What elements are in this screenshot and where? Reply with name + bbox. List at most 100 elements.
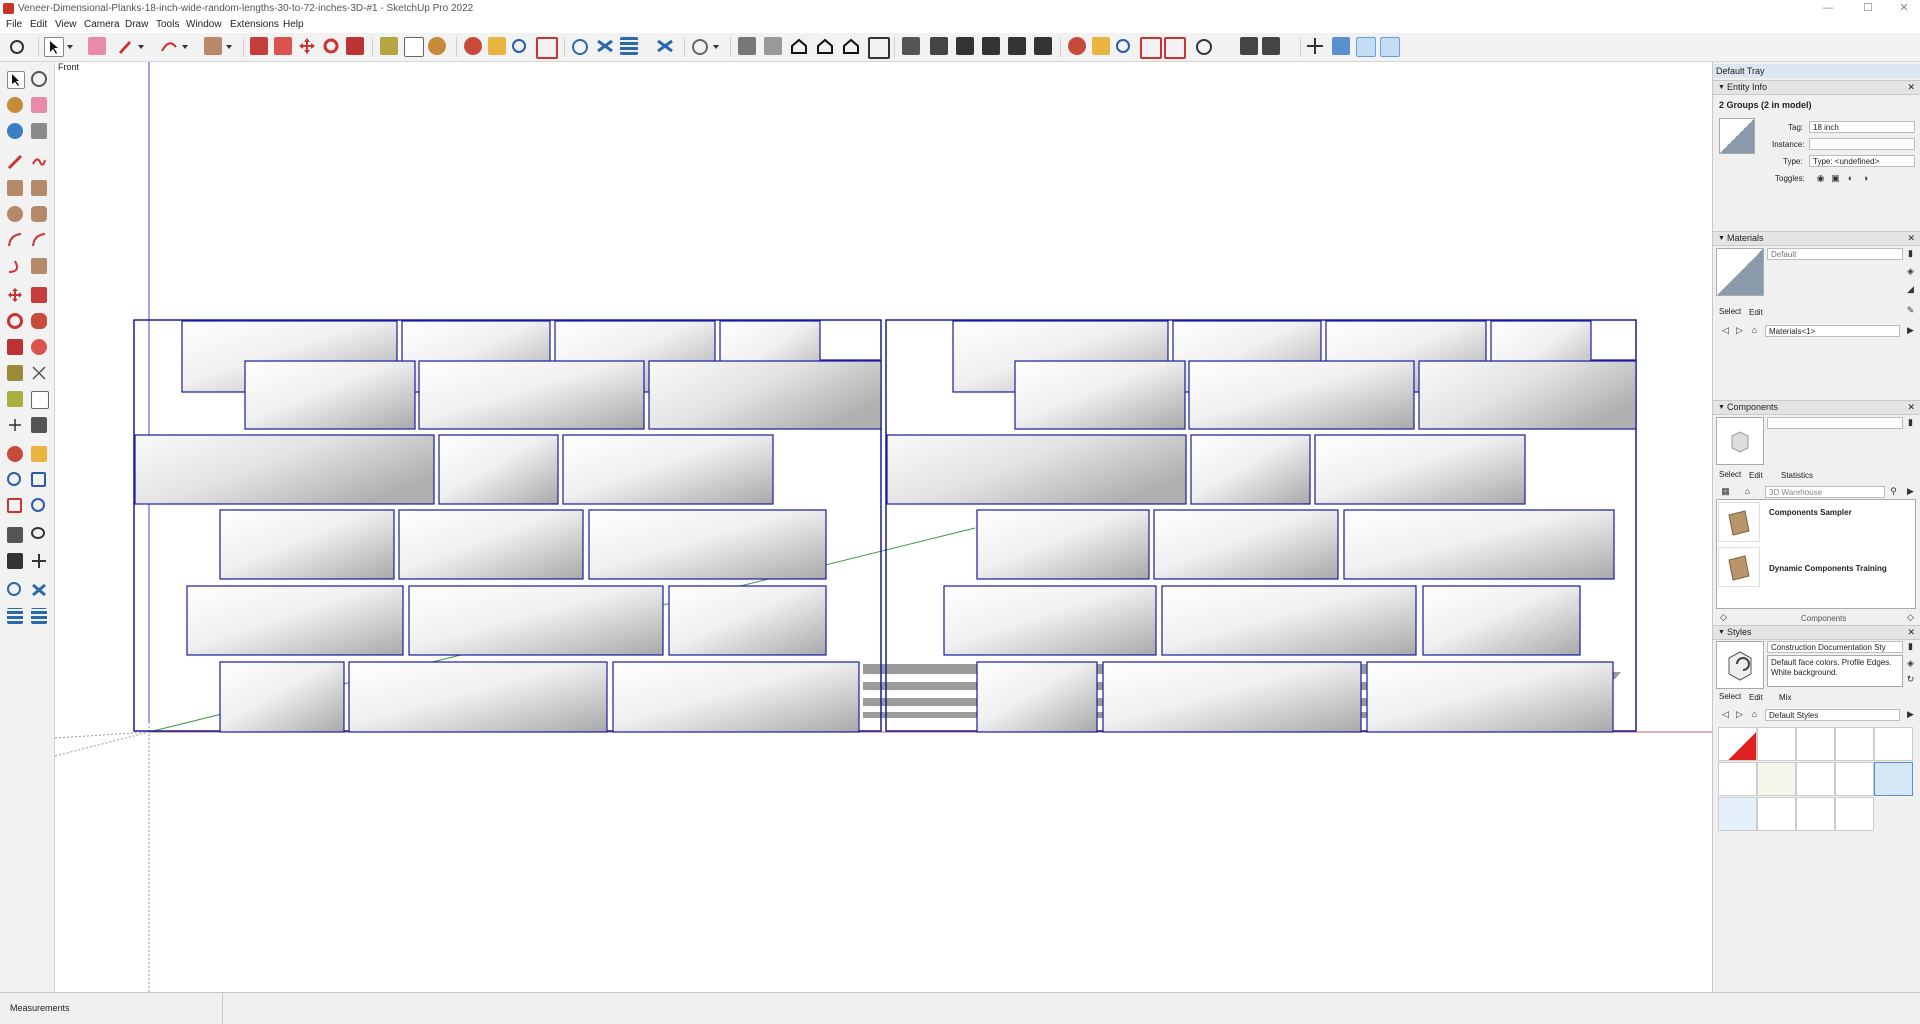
offset-icon[interactable] [31, 339, 47, 355]
sandbox-icon[interactable] [656, 37, 674, 55]
style-thumbnail[interactable] [1757, 762, 1796, 796]
back-arrow-icon[interactable]: ◁ [1721, 326, 1730, 335]
rotated-rectangle-icon[interactable] [31, 180, 47, 196]
update-style-icon[interactable]: ◈ [1906, 659, 1915, 668]
entity-material-swatch[interactable] [1719, 118, 1755, 154]
zoom-extents-icon[interactable] [7, 498, 22, 513]
pan-icon[interactable] [488, 37, 506, 55]
solid-tools-icon[interactable] [1356, 37, 1376, 57]
style-thumbnail[interactable] [1796, 727, 1835, 761]
tag-select[interactable]: 18 inch [1809, 121, 1915, 133]
paint-bucket-icon[interactable] [204, 37, 222, 55]
menu-help[interactable]: Help [283, 19, 304, 30]
circle-icon[interactable] [7, 206, 23, 222]
warehouse-icon[interactable] [692, 39, 708, 55]
close-icon[interactable]: ✕ [1907, 626, 1915, 639]
smoove-icon[interactable] [7, 608, 23, 624]
arc-icon[interactable] [7, 232, 23, 248]
close-icon[interactable]: ✕ [1907, 232, 1915, 245]
move-icon[interactable] [7, 287, 23, 303]
components-header[interactable]: ▼ Components ✕ [1713, 400, 1920, 415]
orbit-icon[interactable] [7, 446, 23, 462]
materials-select-tab[interactable]: Select [1719, 307, 1741, 316]
model-viewport[interactable]: Front [55, 62, 1712, 992]
back-arrow-icon[interactable]: ◁ [1721, 710, 1730, 719]
rotate-icon[interactable] [322, 37, 340, 55]
chevron-down-icon[interactable] [225, 37, 233, 55]
follow-me-icon[interactable] [31, 313, 47, 329]
folder-icon[interactable] [1718, 502, 1760, 542]
section-plane-icon[interactable] [31, 553, 47, 569]
look-around-icon[interactable] [31, 527, 45, 539]
hidden-line-icon[interactable] [982, 37, 1000, 55]
walk-icon[interactable] [7, 553, 23, 569]
style-thumbnail[interactable] [1835, 727, 1874, 761]
expand-icon[interactable]: ◇ [1906, 613, 1915, 622]
close-icon[interactable]: ✕ [1907, 81, 1915, 94]
sandbox-icon[interactable] [596, 37, 614, 55]
chevron-down-icon[interactable] [712, 37, 720, 55]
two-point-arc-icon[interactable] [31, 232, 47, 248]
left-view-icon[interactable] [868, 37, 890, 59]
protractor-icon[interactable] [7, 391, 23, 407]
materials-library-select[interactable]: Materials<1> [1765, 325, 1900, 337]
eraser-icon[interactable] [31, 97, 47, 113]
shape-icon[interactable] [160, 37, 178, 55]
menu-view[interactable]: View [55, 19, 77, 30]
zoom-window-icon[interactable] [1116, 39, 1130, 53]
orbit-icon[interactable] [464, 37, 482, 55]
warehouse-search-input[interactable]: 3D Warehouse [1765, 486, 1885, 498]
create-component-icon[interactable]: ▮ [1906, 418, 1915, 427]
zoom-extents-icon[interactable] [536, 37, 558, 59]
material-name-field[interactable]: Default [1767, 248, 1903, 260]
menu-draw[interactable]: Draw [125, 19, 148, 30]
orbit-icon[interactable] [31, 71, 47, 87]
create-style-icon[interactable]: ▮ [1906, 642, 1915, 651]
styles-mix-tab[interactable]: Mix [1779, 693, 1791, 702]
eyedropper-icon[interactable]: ✎ [1906, 306, 1915, 315]
paint-icon[interactable] [428, 37, 446, 55]
select-icon[interactable] [44, 37, 64, 57]
sandbox-icon[interactable] [572, 39, 588, 55]
cast-shadows-icon[interactable]: ◐ [1846, 174, 1855, 183]
polygon-icon[interactable] [31, 206, 47, 222]
paint-bucket-icon[interactable] [7, 97, 23, 113]
line-icon[interactable] [7, 154, 23, 170]
folder-icon[interactable] [1718, 547, 1760, 587]
tape-icon[interactable] [31, 123, 47, 139]
style-thumbnail[interactable] [1835, 797, 1874, 831]
push-pull-icon[interactable] [31, 287, 47, 303]
menu-file[interactable]: File [6, 19, 22, 30]
rectangle-icon[interactable] [7, 180, 23, 196]
pencil-icon[interactable] [116, 37, 134, 55]
iso-view-icon[interactable] [738, 37, 756, 55]
component-item-sampler[interactable]: Components Sampler [1769, 508, 1852, 517]
make-component-icon[interactable] [7, 123, 23, 139]
components-select-tab[interactable]: Select [1719, 470, 1741, 479]
front-view-icon[interactable] [790, 37, 808, 55]
solid-tools-icon[interactable] [1380, 37, 1400, 57]
pie-icon[interactable] [31, 258, 47, 274]
zoom-icon[interactable] [512, 39, 526, 53]
forward-arrow-icon[interactable]: ▷ [1735, 326, 1744, 335]
search-icon[interactable]: ⚲ [1889, 487, 1898, 496]
components-statistics-tab[interactable]: Statistics [1781, 471, 1813, 480]
refresh-icon[interactable]: ↻ [1906, 675, 1915, 684]
type-select[interactable]: Type: <undefined> [1809, 155, 1915, 167]
shaded-icon[interactable] [1008, 37, 1026, 55]
create-material-icon[interactable]: ▮ [1906, 249, 1915, 258]
view-options-icon[interactable]: ▦ [1721, 487, 1730, 496]
style-thumbnail[interactable] [1757, 797, 1796, 831]
style-thumbnail[interactable] [1718, 797, 1757, 831]
style-thumbnail[interactable] [1757, 727, 1796, 761]
style-thumbnail[interactable] [1835, 762, 1874, 796]
wireframe-icon[interactable] [956, 37, 974, 55]
component-item-dynamic-training[interactable]: Dynamic Components Training [1769, 564, 1887, 573]
style-description[interactable]: Default face colors. Profile Edges. Whit… [1767, 655, 1903, 687]
previous-icon[interactable] [31, 498, 45, 512]
receive-shadows-icon[interactable]: ◑ [1861, 174, 1870, 183]
orbit-icon[interactable] [1068, 37, 1086, 55]
style-thumbnail-selected[interactable] [1874, 762, 1913, 796]
style-thumbnail[interactable] [1718, 727, 1757, 761]
chevron-down-icon[interactable] [181, 37, 189, 55]
